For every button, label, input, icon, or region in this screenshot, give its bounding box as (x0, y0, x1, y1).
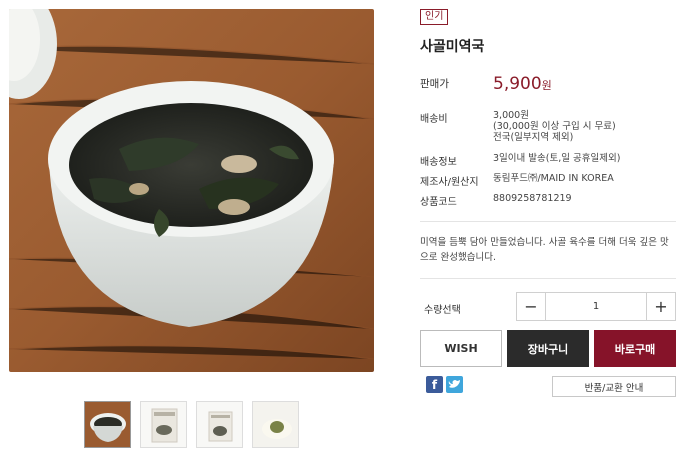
shipping-label: 배송비 (420, 114, 448, 125)
thumbnail-2[interactable] (140, 401, 187, 448)
price-value: 5,900원 (493, 74, 552, 94)
thumbnail-4[interactable] (252, 401, 299, 448)
quantity-label: 수량선택 (424, 305, 461, 316)
shipping-fee: 3,000원 (493, 110, 529, 121)
quantity-increase-button[interactable]: + (646, 293, 675, 320)
quantity-input[interactable]: 1 (546, 293, 646, 320)
shipping-value: 3,000원 (30,000원 이상 구입 시 무료) 전국(일부지역 제외) (493, 110, 683, 143)
twitter-icon[interactable] (446, 376, 463, 393)
divider (420, 278, 676, 279)
thumbnail-3[interactable] (196, 401, 243, 448)
quantity-stepper: − 1 + (516, 292, 676, 321)
return-exchange-info-button[interactable]: 반품/교환 안내 (552, 376, 676, 397)
buy-now-button[interactable]: 바로구매 (594, 330, 676, 367)
facebook-icon[interactable]: f (426, 376, 443, 393)
wish-button[interactable]: WISH (420, 330, 502, 367)
maker-label: 제조사/원산지 (420, 177, 479, 188)
code-value: 8809258781219 (493, 193, 572, 204)
product-title: 사골미역국 (420, 39, 485, 55)
price-label: 판매가 (420, 78, 449, 90)
code-label: 상품코드 (420, 197, 457, 208)
add-to-cart-button[interactable]: 장바구니 (507, 330, 589, 367)
popular-badge: 인기 (420, 9, 449, 25)
soup-bowl-photo (9, 9, 374, 372)
thumbnail-1[interactable] (84, 401, 131, 448)
shipping-free-condition: (30,000원 이상 구입 시 무료) (493, 121, 616, 132)
quantity-decrease-button[interactable]: − (517, 293, 546, 320)
product-main-image (9, 9, 374, 372)
price-unit: 원 (541, 79, 552, 92)
thumbnail-strip (84, 401, 299, 448)
product-description: 미역을 듬뿍 담아 만들었습니다. 사골 육수를 더해 더욱 깊은 맛으로 완성… (420, 237, 669, 263)
price-amount: 5,900 (493, 74, 542, 94)
delivery-label: 배송정보 (420, 157, 457, 168)
social-share: f (426, 376, 463, 393)
shipping-region: 전국(일부지역 제외) (493, 132, 574, 143)
divider (420, 221, 676, 222)
delivery-value: 3일이내 발송(토,일 공휴일제외) (493, 153, 621, 164)
maker-value: 동림푸드㈜/MAID IN KOREA (493, 173, 614, 184)
